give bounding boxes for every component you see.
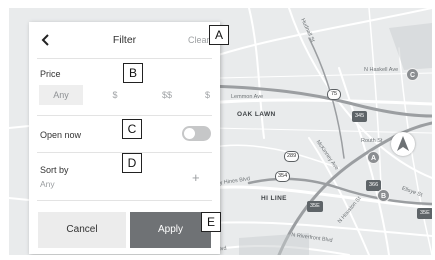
poi-marker-c[interactable]: C [406, 68, 419, 81]
divider [37, 58, 212, 59]
poi-marker-a[interactable]: A [367, 151, 380, 164]
divider [37, 115, 212, 116]
callout-c: C [122, 119, 142, 139]
toggle-knob [184, 128, 195, 139]
open-now-toggle[interactable] [182, 126, 211, 141]
route-shield-75: 75 [327, 89, 341, 100]
cancel-button[interactable]: Cancel [38, 212, 126, 248]
route-shield-345: 345 [352, 111, 368, 122]
callout-d: D [122, 153, 142, 173]
navigation-arrow-icon[interactable] [391, 132, 415, 156]
apply-button[interactable]: Apply [130, 212, 211, 248]
sort-by-value: Any [40, 179, 55, 189]
map-label-oak-lawn: OAK LAWN [237, 111, 276, 118]
navigation-screen: Lemmon Ave OAK LAWN N Haskell Ave Routh … [9, 8, 432, 255]
callout-a: A [209, 25, 229, 45]
clear-button[interactable]: Clear [188, 35, 210, 45]
divider [37, 200, 212, 201]
poi-marker-b[interactable]: B [377, 189, 390, 202]
price-option-1[interactable]: $ [106, 85, 124, 105]
price-option-any[interactable]: Any [39, 85, 83, 105]
callout-b: B [123, 63, 143, 83]
callout-e: E [201, 212, 221, 232]
map-label-hi-line: HI LINE [261, 195, 287, 202]
route-shield-35e-2: 35E [417, 208, 432, 219]
map-label-lemmon-ave: Lemmon Ave [231, 94, 264, 100]
price-option-3[interactable]: $ [205, 85, 220, 105]
filter-header: Filter Clear [29, 22, 220, 56]
navigation-arrow-glyph [397, 136, 409, 151]
price-label: Price [40, 69, 61, 79]
route-shield-35e: 35E [307, 201, 323, 212]
route-shield-289: 289 [284, 151, 300, 162]
map-label-n-haskell-ave: N Haskell Ave [364, 67, 399, 73]
map-label-routh-st: Routh St [361, 138, 383, 144]
open-now-label: Open now [40, 130, 82, 140]
route-shield-354: 354 [275, 171, 291, 182]
sort-by-label: Sort by [40, 165, 69, 175]
plus-icon[interactable]: + [192, 170, 200, 185]
price-option-2[interactable]: $$ [155, 85, 179, 105]
